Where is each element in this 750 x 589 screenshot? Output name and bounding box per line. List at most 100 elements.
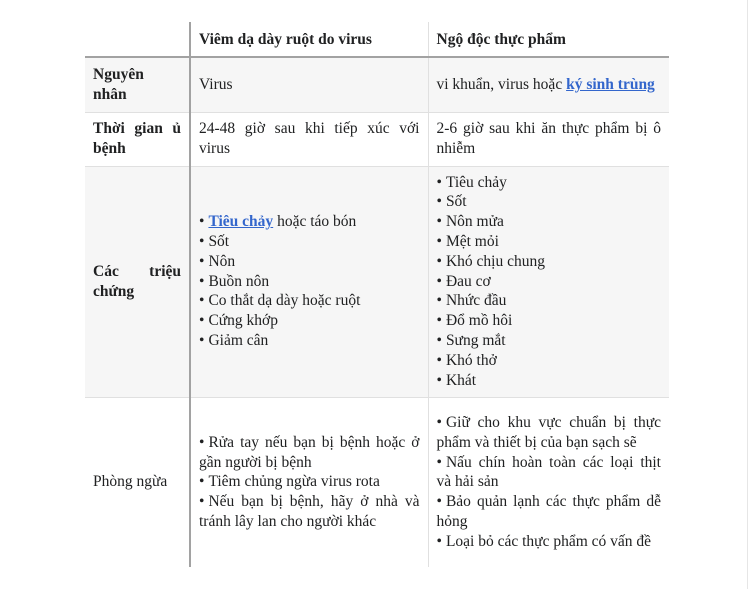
table-row-cause: Nguyên nhân Virus vi khuẩn, virus hoặc k… bbox=[85, 57, 669, 112]
bullet-icon: • bbox=[199, 292, 205, 310]
list-item-text: Khó thở bbox=[445, 351, 497, 369]
bullet-icon: • bbox=[436, 173, 442, 191]
row-label-prevention: Phòng ngừa bbox=[85, 397, 191, 567]
row-label-symptoms: Các triệu chứng bbox=[85, 166, 191, 397]
list-item: • Khát bbox=[437, 371, 662, 391]
bullet-icon: • bbox=[436, 252, 442, 270]
bullet-icon: • bbox=[199, 272, 205, 290]
parasite-link[interactable]: ký sinh trùng bbox=[566, 76, 655, 93]
list-item: • Nôn mửa bbox=[437, 212, 662, 232]
bullet-icon: • bbox=[436, 272, 442, 290]
prevention-food: • Giữ cho khu vực chuẩn bị thực phẩm và t… bbox=[427, 397, 669, 567]
list-item-text: Cứng khớp bbox=[208, 312, 278, 330]
bullet-icon: • bbox=[199, 433, 205, 451]
bullet-icon: • bbox=[436, 213, 442, 231]
list-item-text: Rửa tay nếu bạn bị bệnh hoặc ở gần người… bbox=[199, 433, 420, 471]
list-item-text: Sốt bbox=[445, 193, 467, 211]
list-item-text: Khát bbox=[445, 371, 477, 389]
list-item-text: Đổ mồ hôi bbox=[445, 312, 513, 330]
table-row-incubation: Thời gian ủ bệnh 24-48 giờ sau khi tiếp … bbox=[85, 112, 669, 166]
list-item-text: Đau cơ bbox=[445, 272, 491, 290]
list-item: • Đổ mồ hôi bbox=[437, 311, 662, 331]
cause-food: vi khuẩn, virus hoặc ký sinh trùng bbox=[427, 57, 669, 112]
bullet-icon: • bbox=[199, 252, 205, 270]
list-item-text: Bảo quản lạnh các thực phẩm dễ hỏng bbox=[436, 493, 662, 530]
header-corner bbox=[85, 22, 191, 58]
list-item: • Mệt mỏi bbox=[437, 232, 662, 252]
list-item: • Giữ cho khu vực chuẩn bị thực phẩm và t… bbox=[437, 413, 662, 453]
bullet-icon: • bbox=[436, 292, 442, 310]
list-item: • Cứng khớp bbox=[199, 311, 420, 331]
list-item: • Co thắt dạ dày hoặc ruột bbox=[199, 291, 420, 311]
bullet-icon: • bbox=[436, 413, 442, 431]
list-item: • Sưng mắt bbox=[437, 331, 662, 351]
list-item: • Loại bỏ các thực phẩm có vấn đề bbox=[437, 532, 662, 552]
list-item-text: Nôn mửa bbox=[445, 213, 504, 231]
table-row-symptoms: Các triệu chứng • Tiêu chảy hoặc táo bón … bbox=[85, 166, 669, 397]
list-item: • Buồn nôn bbox=[199, 272, 420, 292]
table-header-row: Viêm dạ dày ruột do virus Ngộ độc thực p… bbox=[85, 22, 669, 58]
symptoms-viral: • Tiêu chảy hoặc táo bón • Sốt • Nôn • Buồn … bbox=[190, 166, 428, 397]
symptoms-food: • Tiêu chảy • Sốt • Nôn mửa • Mệt mỏi • Khó c… bbox=[427, 166, 669, 397]
cause-food-text: vi khuẩn, virus hoặc bbox=[436, 75, 567, 93]
list-item-text: Khó chịu chung bbox=[445, 252, 545, 270]
header-viral-gastroenteritis: Viêm dạ dày ruột do virus bbox=[190, 22, 428, 58]
list-item-text: Tiêu chảy bbox=[445, 173, 507, 191]
list-item: • Nhức đầu bbox=[437, 291, 662, 311]
bullet-icon: • bbox=[199, 213, 205, 231]
diarrhea-link[interactable]: Tiêu chảy bbox=[208, 213, 273, 230]
list-item-text: Tiêm chủng ngừa virus rota bbox=[208, 473, 380, 491]
comparison-table: Viêm dạ dày ruột do virus Ngộ độc thực p… bbox=[85, 22, 669, 567]
list-item: • Tiêu chảy hoặc táo bón bbox=[199, 212, 420, 232]
bullet-icon: • bbox=[436, 532, 442, 550]
header-food-poisoning: Ngộ độc thực phẩm bbox=[427, 22, 669, 58]
list-item: • Giảm cân bbox=[199, 331, 420, 351]
bullet-icon: • bbox=[436, 193, 442, 211]
list-item-text: Nếu bạn bị bệnh, hãy ở nhà và tránh lây … bbox=[199, 493, 420, 530]
list-item-text: Nôn bbox=[208, 252, 236, 270]
list-item: • Sốt bbox=[437, 192, 662, 212]
incubation-food: 2-6 giờ sau khi ăn thực phẩm bị ô nhiễm bbox=[427, 112, 669, 166]
row-label-cause: Nguyên nhân bbox=[85, 57, 191, 112]
bullet-icon: • bbox=[436, 371, 442, 389]
list-item: • Khó chịu chung bbox=[437, 252, 662, 272]
list-item-text: Giữ cho khu vực chuẩn bị thực phẩm và th… bbox=[436, 413, 662, 451]
bullet-icon: • bbox=[199, 493, 205, 511]
list-item: • Nôn bbox=[199, 252, 420, 272]
prevention-viral: • Rửa tay nếu bạn bị bệnh hoặc ở gần ngườ… bbox=[190, 397, 428, 567]
list-item-text: hoặc táo bón bbox=[273, 213, 357, 231]
bullet-icon: • bbox=[199, 331, 205, 349]
list-item: • Khó thở bbox=[437, 351, 662, 371]
list-item: • Sốt bbox=[199, 232, 420, 252]
list-item: • Tiêu chảy bbox=[437, 173, 662, 193]
bullet-icon: • bbox=[199, 233, 205, 250]
bullet-icon: • bbox=[436, 233, 442, 250]
list-item-text: Giảm cân bbox=[208, 331, 269, 349]
bullet-icon: • bbox=[436, 312, 442, 330]
list-item: • Bảo quản lạnh các thực phẩm dễ hỏng bbox=[437, 492, 662, 532]
cause-viral: Virus bbox=[190, 57, 428, 112]
bullet-icon: • bbox=[436, 351, 442, 369]
list-item-text: Nấu chín hoàn toàn các loại thịt và hải … bbox=[436, 453, 662, 491]
list-item-text: Buồn nôn bbox=[208, 272, 270, 290]
list-item-text: Sốt bbox=[208, 233, 230, 250]
list-item: • Nấu chín hoàn toàn các loại thịt và hải… bbox=[437, 453, 662, 493]
list-item-text: Nhức đầu bbox=[445, 292, 507, 310]
list-item-text: Loại bỏ các thực phẩm có vấn đề bbox=[445, 532, 652, 550]
table-row-prevention: Phòng ngừa • Rửa tay nếu bạn bị bệnh hoặc… bbox=[85, 397, 669, 567]
list-item-text: Mệt mỏi bbox=[445, 233, 499, 250]
list-item-text: Sưng mắt bbox=[445, 331, 506, 349]
list-item-text: Co thắt dạ dày hoặc ruột bbox=[208, 292, 361, 310]
list-item: • Tiêm chủng ngừa virus rota bbox=[199, 472, 420, 492]
list-item: • Nếu bạn bị bệnh, hãy ở nhà và tránh lây… bbox=[199, 492, 420, 532]
list-item: • Đau cơ bbox=[437, 272, 662, 292]
list-item: • Rửa tay nếu bạn bị bệnh hoặc ở gần ngườ… bbox=[199, 433, 420, 473]
bullet-icon: • bbox=[436, 331, 442, 349]
bullet-icon: • bbox=[436, 453, 442, 471]
page-edge-divider bbox=[747, 0, 748, 589]
bullet-icon: • bbox=[436, 493, 442, 511]
row-label-incubation: Thời gian ủ bệnh bbox=[85, 112, 191, 166]
incubation-viral: 24-48 giờ sau khi tiếp xúc với virus bbox=[199, 120, 420, 157]
bullet-icon: • bbox=[199, 312, 205, 330]
bullet-icon: • bbox=[199, 473, 205, 491]
